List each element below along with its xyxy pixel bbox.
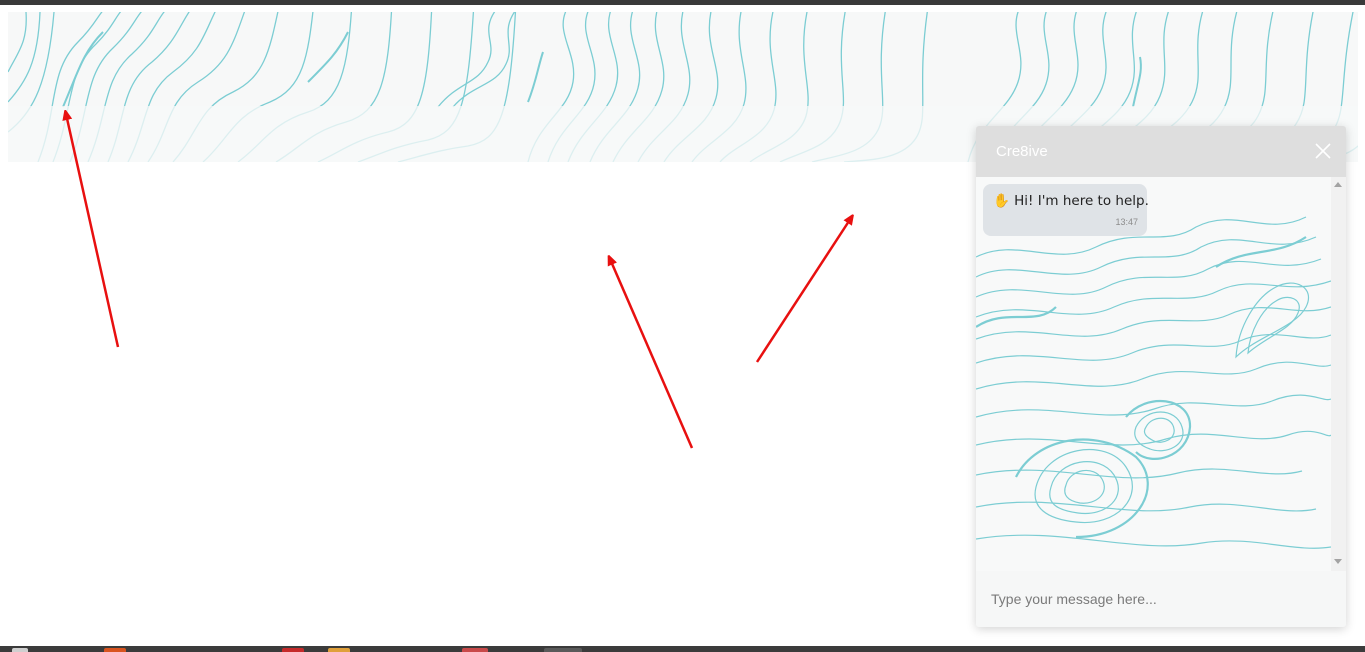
taskbar-app-icon[interactable] [462, 648, 488, 652]
contour-pattern-chat [976, 216, 1331, 549]
chat-messages-area: ✋ Hi! I'm here to help. 13:47 [976, 177, 1331, 571]
scroll-down-arrow-icon[interactable] [1334, 559, 1342, 564]
chat-message-bubble: ✋ Hi! I'm here to help. 13:47 [983, 184, 1149, 236]
taskbar-app-icon[interactable] [282, 648, 304, 652]
chat-widget: Cre8ive ✋ Hi! I'm here to help. 13:47 Ty… [976, 126, 1346, 627]
red-arrow-3 [755, 218, 851, 363]
browser-top-bar [0, 0, 1365, 5]
chat-scrollbar[interactable] [1331, 177, 1346, 571]
message-input[interactable] [976, 571, 1346, 627]
message-timestamp: 13:47 [1115, 217, 1138, 227]
taskbar-app-icon[interactable] [104, 648, 126, 652]
chat-header: Cre8ive [976, 126, 1346, 177]
os-taskbar [0, 646, 1365, 652]
taskbar-app-icon[interactable] [12, 648, 28, 652]
red-arrow-2 [610, 259, 694, 449]
taskbar-app-icon[interactable] [544, 648, 582, 652]
wave-hand-emoji: ✋ [993, 193, 1010, 209]
chat-input-area [976, 571, 1346, 627]
scroll-up-arrow-icon[interactable] [1334, 182, 1342, 187]
taskbar-app-icon[interactable] [328, 648, 350, 652]
close-icon[interactable] [1314, 142, 1332, 160]
message-text: Hi! I'm here to help. [1014, 193, 1149, 209]
chat-title: Cre8ive [996, 143, 1048, 160]
